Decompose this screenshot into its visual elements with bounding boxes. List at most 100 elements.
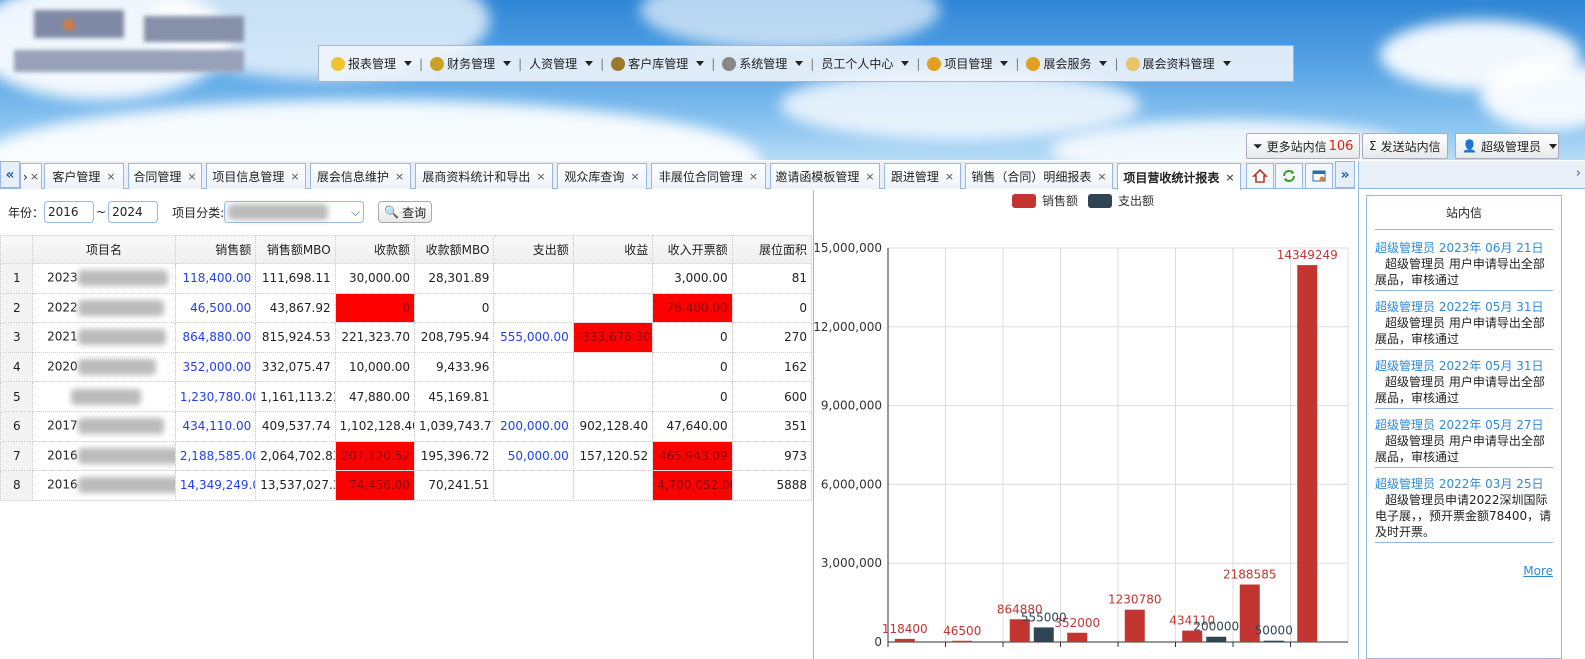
column-header[interactable]: 销售额MBO — [255, 235, 336, 264]
column-header[interactable]: 销售额 — [174, 235, 257, 264]
message-item[interactable]: 超级管理员 2022年 03月 25日 超级管理员申请2022深圳国际电子展，，预… — [1375, 476, 1553, 543]
table-row[interactable]: 4 2020 352,000.00 332,075.47 10,000.00 9,433.… — [0, 351, 813, 383]
column-header[interactable]: 收款额MBO — [414, 235, 495, 264]
close-icon[interactable]: × — [945, 170, 954, 183]
tab-8[interactable]: 跟进管理 × — [884, 163, 961, 189]
sales-cell[interactable]: 864,880.00 — [174, 322, 257, 353]
sales-cell[interactable]: 14,349,249.00 — [174, 470, 257, 501]
window-settings-icon[interactable] — [1305, 163, 1333, 189]
tab-2[interactable]: 项目信息管理 × — [206, 163, 306, 189]
table-row[interactable]: 2 2022 46,500.00 43,867.92 0 0 78,400.00 0 — [0, 292, 813, 324]
exp-cell[interactable]: 50,000.00 — [493, 440, 574, 472]
user-menu-button[interactable]: 👤 超级管理员 — [1455, 133, 1559, 159]
tab-label: 客户管理 — [52, 170, 101, 184]
category-select[interactable]: ⌵ — [224, 201, 365, 223]
table-row[interactable]: 8 2016 14,349,249.0013,537,027.3674,456.00… — [0, 470, 813, 501]
menu-item-8[interactable]: 展会资料管理 — [1122, 45, 1235, 82]
year-to-input[interactable]: 2024 — [108, 201, 159, 223]
close-icon[interactable]: × — [749, 170, 758, 183]
chevron-down-icon — [1099, 61, 1108, 66]
close-icon[interactable]: × — [1225, 171, 1234, 184]
menu-item-6[interactable]: 项目管理 — [923, 45, 1012, 82]
sales-cell[interactable]: 46,500.00 — [174, 292, 257, 324]
column-header[interactable] — [0, 235, 34, 264]
close-icon[interactable]: × — [290, 170, 299, 183]
menu-item-7[interactable]: 展会服务 — [1022, 45, 1111, 82]
filter-bar: 年份： 2016 ~ 2024 项目分类: ⌵ 🔍 查询 — [0, 190, 812, 234]
refresh-icon[interactable] — [1275, 163, 1303, 189]
column-header[interactable]: 项目名 — [32, 235, 176, 264]
close-icon[interactable]: × — [30, 170, 39, 183]
close-icon[interactable]: × — [187, 170, 196, 183]
column-header[interactable]: 收入开票额 — [652, 235, 733, 264]
y-tick-label: 15,000,000 — [814, 241, 882, 255]
tab-scroll-right-button[interactable]: » — [1335, 161, 1355, 188]
tab-0[interactable]: 客户管理 × — [44, 163, 124, 189]
column-header[interactable]: 收益 — [572, 235, 654, 264]
menu-item-label: 展会服务 — [1043, 57, 1092, 71]
bar-sales — [1124, 609, 1145, 642]
message-item[interactable]: 超级管理员 2023年 06月 21日 超级管理员 用户申请导出全部展品，审核通过 — [1375, 240, 1553, 291]
year-from-input[interactable]: 2016 — [44, 201, 95, 223]
category-label: 项目分类: — [172, 205, 225, 220]
tab-9[interactable]: 销售（合同）明细报表 × — [965, 163, 1113, 189]
tab-scroll-left-button[interactable]: « — [0, 161, 20, 188]
tab-5[interactable]: 观众库查询 × — [557, 163, 647, 189]
query-button[interactable]: 🔍 查询 — [378, 201, 433, 223]
menu-item-4[interactable]: 系统管理 — [718, 45, 807, 82]
close-icon[interactable]: × — [536, 170, 545, 183]
tab-6[interactable]: 非展位合同管理 × — [651, 163, 766, 189]
message-meta[interactable]: 超级管理员 2023年 06月 21日 — [1375, 240, 1553, 256]
exp-cell[interactable]: 200,000.00 — [493, 410, 574, 442]
exp-cell[interactable]: 555,000.00 — [493, 322, 574, 353]
data-label: 1230780 — [1108, 593, 1161, 607]
more-messages-button[interactable]: ⏷ 更多站内信 106 — [1246, 133, 1361, 159]
tab-10[interactable]: 项目营收统计报表 × — [1117, 163, 1241, 190]
recv_mbo-cell: 45,169.81 — [414, 381, 495, 412]
tab-1[interactable]: 合同管理 × — [128, 163, 202, 189]
send-message-button[interactable]: Σ 发送站内信 — [1362, 133, 1448, 159]
more-link[interactable]: More — [1523, 564, 1553, 578]
redacted-name — [71, 388, 142, 405]
menu-item-2[interactable]: 人资管理 — [525, 45, 597, 82]
table-row[interactable]: 1 2023 118,400.00 111,698.11 30,000.00 28,301… — [0, 263, 813, 294]
tab-7[interactable]: 邀请函模板管理 × — [770, 163, 880, 189]
message-meta[interactable]: 超级管理员 2022年 03月 25日 — [1375, 476, 1553, 492]
sales-cell[interactable]: 2,188,585.00 — [174, 440, 257, 472]
menu-item-1[interactable]: 财务管理 — [426, 45, 515, 82]
table-row[interactable]: 7 2016 2,188,585.00 2,064,702.83 207,120.52 1… — [0, 440, 813, 472]
column-header[interactable]: 展位面积 — [731, 235, 813, 264]
message-meta[interactable]: 超级管理员 2022年 05月 31日 — [1375, 358, 1553, 374]
close-icon[interactable]: × — [865, 170, 874, 183]
close-icon[interactable]: × — [395, 170, 404, 183]
tab-4[interactable]: 展商资料统计和导出 × — [415, 163, 553, 189]
message-item[interactable]: 超级管理员 2022年 05月 31日 超级管理员 用户申请导出全部展品，审核通过 — [1375, 358, 1553, 409]
row-number: 4 — [0, 351, 34, 383]
message-meta[interactable]: 超级管理员 2022年 05月 27日 — [1375, 417, 1553, 433]
sales-cell[interactable]: 434,110.00 — [174, 410, 257, 442]
table-row[interactable]: 5 1,230,780.00 1,161,113.21 47,880.00 45,169… — [0, 381, 813, 412]
sales-cell[interactable]: 1,230,780.00 — [174, 381, 257, 412]
message-item[interactable]: 超级管理员 2022年 05月 31日 超级管理员 用户申请导出全部展品，审核通过 — [1375, 299, 1553, 350]
close-icon[interactable]: × — [106, 170, 115, 183]
tab-label: 非展位合同管理 — [658, 170, 743, 184]
menu-item-3[interactable]: 客户库管理 — [607, 45, 708, 82]
collapse-icon[interactable]: › — [1576, 166, 1581, 181]
menu-item-5[interactable]: 员工个人中心 — [817, 45, 913, 82]
tab-partial[interactable]: › × — [20, 163, 42, 189]
close-icon[interactable]: × — [630, 170, 639, 183]
menu-item-0[interactable]: 报表管理 — [327, 45, 416, 82]
close-icon[interactable]: × — [1097, 170, 1106, 183]
sales-cell[interactable]: 118,400.00 — [174, 263, 257, 294]
sales-cell[interactable]: 352,000.00 — [174, 351, 257, 383]
table-row[interactable]: 3 2021 864,880.00 815,924.53 221,323.70 208,7… — [0, 322, 813, 353]
chevron-down-icon — [696, 61, 705, 66]
message-meta[interactable]: 超级管理员 2022年 05月 31日 — [1375, 299, 1553, 315]
row-number: 2 — [0, 292, 34, 324]
column-header[interactable]: 收款额 — [334, 235, 416, 264]
message-item[interactable]: 超级管理员 2022年 05月 27日 超级管理员 用户申请导出全部展品，审核通过 — [1375, 417, 1553, 468]
column-header[interactable]: 支出额 — [493, 235, 574, 264]
tab-3[interactable]: 展会信息维护 × — [310, 163, 411, 189]
table-row[interactable]: 6 2017 434,110.00 409,537.74 1,102,128.40 1,0… — [0, 410, 813, 442]
home-icon[interactable] — [1246, 163, 1274, 189]
